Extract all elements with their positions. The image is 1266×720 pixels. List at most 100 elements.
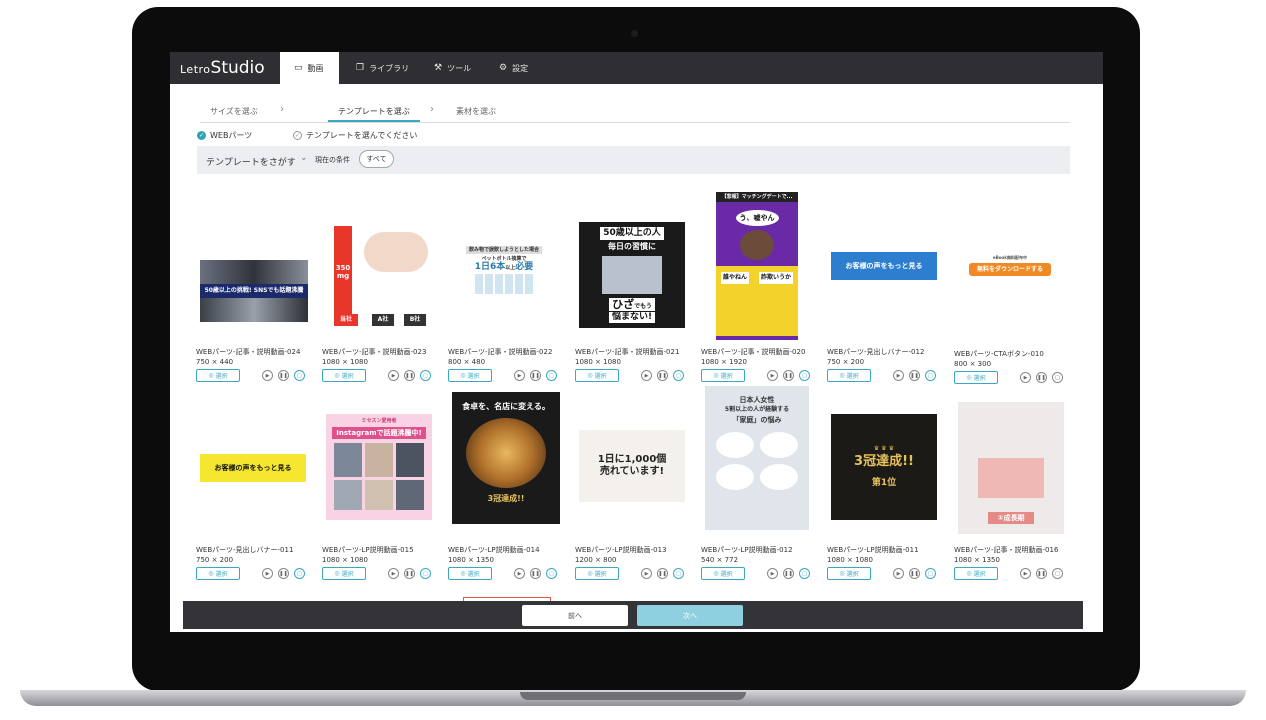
- preview-icon[interactable]: □: [1052, 568, 1063, 579]
- template-card[interactable]: お客様の声をもっと見る WEBパーツ-見出しバナー-011 750 × 200 …: [196, 392, 314, 592]
- play-icon[interactable]: ▶: [767, 370, 778, 381]
- pause-icon[interactable]: ❚❚: [530, 370, 541, 381]
- template-thumbnail[interactable]: 日本人女性 5割以上の人が経験する 「家庭」の悩み: [705, 386, 809, 530]
- select-button[interactable]: ◎ 選択: [575, 567, 619, 580]
- template-thumbnail[interactable]: 50歳以上の挑戦! SNSでも話題沸騰: [200, 260, 308, 322]
- search-label[interactable]: テンプレートをさがす: [206, 155, 296, 168]
- play-icon[interactable]: ▶: [641, 568, 652, 579]
- tab-video[interactable]: ▭ 動画: [280, 52, 339, 84]
- tab-tools[interactable]: ⚒ ツール: [420, 52, 485, 84]
- step-select-material[interactable]: 素材を選ぶ: [456, 106, 496, 117]
- template-card[interactable]: ♛ ♛ ♛ 3冠達成!! 第1位 WEBパーツ-LP説明動画-011 1080 …: [827, 392, 945, 592]
- pause-icon[interactable]: ❚❚: [278, 370, 289, 381]
- select-button[interactable]: ◎ 選択: [322, 369, 366, 382]
- template-card[interactable]: 50歳以上の挑戦! SNSでも話題沸騰 WEBパーツ-記事・説明動画-024 7…: [196, 192, 314, 392]
- template-thumbnail[interactable]: 飲み物で誤飲しようとした場合 ペットボトル換算で 1日6本以上必要: [452, 238, 556, 302]
- template-card[interactable]: ミセスン愛用者 Instagramで話題沸騰中! WEBパーツ-LP説明動画-0…: [322, 392, 440, 592]
- select-button[interactable]: ◎ 選択: [448, 369, 492, 382]
- chevron-down-icon[interactable]: ⌄: [300, 153, 308, 163]
- next-button[interactable]: 次へ: [637, 605, 743, 626]
- template-thumbnail[interactable]: お客様の声をもっと見る: [200, 454, 306, 482]
- template-thumbnail[interactable]: 1日に1,000個 売れています!: [579, 430, 685, 502]
- template-thumbnail[interactable]: 350 mg 当社 A社 B社: [326, 222, 434, 328]
- step-select-template[interactable]: テンプレートを選ぶ: [338, 106, 410, 117]
- template-thumbnail[interactable]: eBook無料配布中 無料をダウンロードする: [958, 254, 1062, 278]
- play-icon[interactable]: ▶: [1020, 372, 1031, 383]
- preview-icon[interactable]: □: [546, 370, 557, 381]
- template-card[interactable]: 日本人女性 5割以上の人が経験する 「家庭」の悩み WEBパーツ-LP説明動画-…: [701, 386, 819, 592]
- select-button[interactable]: ◎ 選択: [827, 369, 871, 382]
- template-card[interactable]: 50歳以上の人 毎日の習慣に ひざでもう 悩まない! WEBパーツ-記事・説明動…: [575, 192, 693, 392]
- template-thumbnail[interactable]: お客様の声をもっと見る: [831, 252, 937, 280]
- template-thumbnail[interactable]: 50歳以上の人 毎日の習慣に ひざでもう 悩まない!: [579, 222, 685, 328]
- select-button[interactable]: ◎ 選択: [448, 567, 492, 580]
- pause-icon[interactable]: ❚❚: [404, 568, 415, 579]
- template-card[interactable]: 【悲報】マッチングデートで... う、嘘やん 誰やねん 詐欺いうか WEBパーツ…: [701, 192, 819, 392]
- template-card[interactable]: 飲み物で誤飲しようとした場合 ペットボトル換算で 1日6本以上必要 WEBパーツ…: [448, 192, 566, 392]
- brand-logo[interactable]: LetroStudio: [180, 58, 265, 78]
- select-button[interactable]: ◎ 選択: [827, 567, 871, 580]
- template-card[interactable]: 1日に1,000個 売れています! WEBパーツ-LP説明動画-013 1200…: [575, 392, 693, 592]
- pause-icon[interactable]: ❚❚: [1036, 568, 1047, 579]
- play-icon[interactable]: ▶: [388, 370, 399, 381]
- tab-library[interactable]: ❐ ライブラリ: [342, 52, 423, 84]
- preview-icon[interactable]: □: [294, 568, 305, 579]
- play-icon[interactable]: ▶: [893, 568, 904, 579]
- play-icon[interactable]: ▶: [262, 568, 273, 579]
- play-icon[interactable]: ▶: [1020, 568, 1031, 579]
- preview-icon[interactable]: □: [925, 568, 936, 579]
- template-thumbnail[interactable]: ♛ ♛ ♛ 3冠達成!! 第1位: [831, 414, 937, 520]
- pause-icon[interactable]: ❚❚: [783, 568, 794, 579]
- select-label: 選択: [720, 373, 733, 380]
- play-icon[interactable]: ▶: [514, 568, 525, 579]
- pause-icon[interactable]: ❚❚: [909, 568, 920, 579]
- pause-icon[interactable]: ❚❚: [278, 568, 289, 579]
- template-card[interactable]: お客様の声をもっと見る WEBパーツ-見出しバナー-012 750 × 200 …: [827, 192, 945, 392]
- pause-icon[interactable]: ❚❚: [1036, 372, 1047, 383]
- template-thumbnail[interactable]: ①成長期: [958, 402, 1064, 534]
- preview-icon[interactable]: □: [546, 568, 557, 579]
- tab-settings[interactable]: ⚙ 設定: [485, 52, 542, 84]
- play-icon[interactable]: ▶: [767, 568, 778, 579]
- preview-icon[interactable]: □: [294, 370, 305, 381]
- select-button[interactable]: ◎ 選択: [196, 567, 240, 580]
- select-button[interactable]: ◎ 選択: [701, 567, 745, 580]
- play-icon[interactable]: ▶: [893, 370, 904, 381]
- prev-button[interactable]: 前へ: [522, 605, 628, 626]
- preview-icon[interactable]: □: [673, 370, 684, 381]
- preview-icon[interactable]: □: [925, 370, 936, 381]
- preview-icon[interactable]: □: [420, 568, 431, 579]
- pause-icon[interactable]: ❚❚: [657, 568, 668, 579]
- pause-icon[interactable]: ❚❚: [783, 370, 794, 381]
- thumb-text: 5割以上の人が経験する: [724, 406, 790, 414]
- pause-icon[interactable]: ❚❚: [909, 370, 920, 381]
- template-thumbnail[interactable]: 食卓を、名店に変える。 3冠達成!!: [452, 392, 560, 524]
- template-card[interactable]: 350 mg 当社 A社 B社 WEBパーツ-記事・説明動画-023 1080 ×…: [322, 192, 440, 392]
- pause-icon[interactable]: ❚❚: [530, 568, 541, 579]
- filter-chip-all[interactable]: すべて: [359, 150, 394, 168]
- template-card[interactable]: eBook無料配布中 無料をダウンロードする WEBパーツ-CTAボタン-010…: [954, 192, 1072, 392]
- step-select-size[interactable]: サイズを選ぶ: [210, 106, 258, 117]
- play-icon[interactable]: ▶: [388, 568, 399, 579]
- play-icon[interactable]: ▶: [262, 370, 273, 381]
- template-card[interactable]: ①成長期 WEBパーツ-記事・説明動画-016 1080 × 1350 ◎ 選択 …: [954, 392, 1072, 592]
- select-button[interactable]: ◎ 選択: [954, 567, 998, 580]
- select-button[interactable]: ◎ 選択: [322, 567, 366, 580]
- select-button[interactable]: ◎ 選択: [196, 369, 240, 382]
- template-thumbnail[interactable]: ミセスン愛用者 Instagramで話題沸騰中!: [326, 414, 432, 520]
- template-thumbnail[interactable]: 【悲報】マッチングデートで... う、嘘やん 誰やねん 詐欺いうか: [716, 192, 798, 340]
- pause-icon[interactable]: ❚❚: [404, 370, 415, 381]
- preview-icon[interactable]: □: [1052, 372, 1063, 383]
- select-button[interactable]: ◎ 選択: [701, 369, 745, 382]
- preview-icon[interactable]: □: [799, 370, 810, 381]
- preview-icon[interactable]: □: [420, 370, 431, 381]
- preview-icon[interactable]: □: [673, 568, 684, 579]
- preview-icon[interactable]: □: [799, 568, 810, 579]
- play-icon[interactable]: ▶: [641, 370, 652, 381]
- pause-icon[interactable]: ❚❚: [657, 370, 668, 381]
- select-button[interactable]: ◎ 選択: [575, 369, 619, 382]
- select-button[interactable]: ◎ 選択: [954, 371, 998, 384]
- template-title: WEBパーツ-LP説明動画-013: [575, 546, 667, 554]
- template-card[interactable]: 食卓を、名店に変える。 3冠達成!! WEBパーツ-LP説明動画-014 108…: [448, 392, 566, 592]
- play-icon[interactable]: ▶: [514, 370, 525, 381]
